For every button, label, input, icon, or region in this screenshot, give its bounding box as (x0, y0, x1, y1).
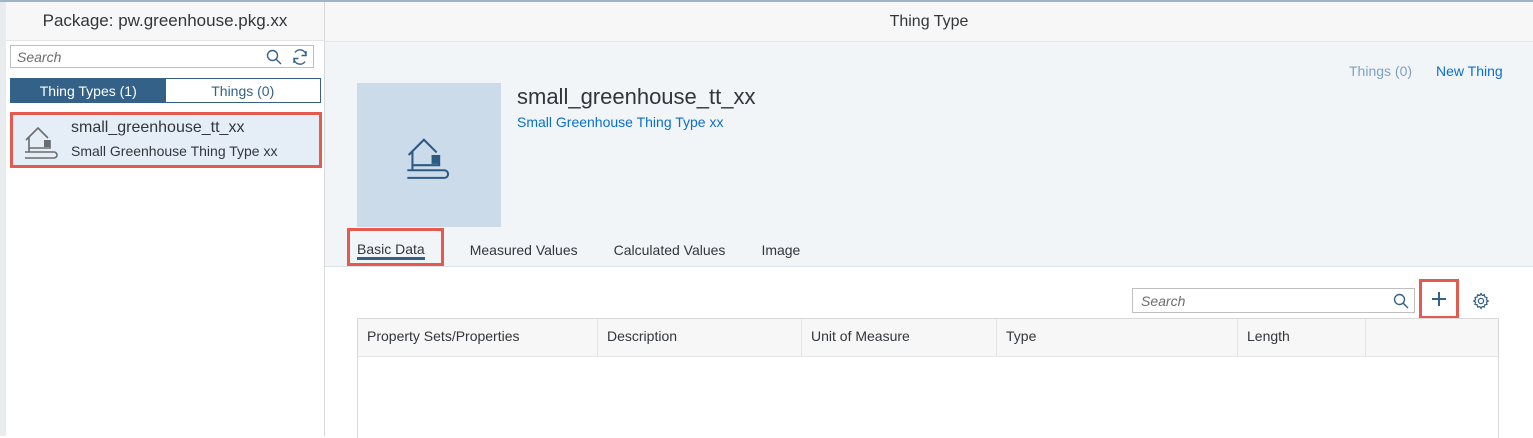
detail-pane: Thing Type Things (0) New Thing small_gr… (325, 2, 1533, 438)
master-title: Package: pw.greenhouse.pkg.xx (6, 2, 324, 41)
detail-title: Thing Type (325, 2, 1533, 42)
add-button[interactable] (1419, 279, 1459, 319)
master-search-input[interactable] (11, 48, 261, 65)
greenhouse-icon (357, 83, 501, 227)
master-pane: Package: pw.greenhouse.pkg.xx Thing Type… (6, 2, 325, 436)
new-thing-link[interactable]: New Thing (1436, 63, 1503, 79)
list-item-title: small_greenhouse_tt_xx (71, 119, 245, 136)
gear-icon[interactable] (1470, 290, 1492, 312)
object-subtitle: Small Greenhouse Thing Type xx (517, 114, 724, 130)
table-header-row: Property Sets/Properties Description Uni… (358, 319, 1498, 357)
column-header-type[interactable]: Type (997, 319, 1238, 356)
column-header-unit-of-measure[interactable]: Unit of Measure (802, 319, 997, 356)
search-icon[interactable] (1388, 290, 1414, 312)
search-icon[interactable] (261, 46, 287, 68)
master-segmented-button: Thing Types (1) Things (0) (10, 78, 321, 103)
things-link[interactable]: Things (0) (1349, 63, 1412, 79)
properties-table: Property Sets/Properties Description Uni… (357, 318, 1499, 438)
tab-label: Basic Data (357, 241, 425, 257)
tab-measured-values[interactable]: Measured Values (460, 228, 588, 266)
tab-calculated-values[interactable]: Calculated Values (604, 228, 736, 266)
plus-icon (1432, 292, 1446, 306)
greenhouse-icon (13, 115, 71, 165)
object-title: small_greenhouse_tt_xx (517, 84, 756, 109)
segment-things[interactable]: Things (0) (165, 79, 320, 102)
list-item[interactable]: small_greenhouse_tt_xx Small Greenhouse … (10, 112, 322, 168)
column-header-length[interactable]: Length (1238, 319, 1366, 356)
column-header-actions (1366, 319, 1498, 356)
master-search-field[interactable] (10, 45, 314, 68)
column-header-property-sets[interactable]: Property Sets/Properties (358, 319, 598, 356)
list-item-description: Small Greenhouse Thing Type xx (71, 143, 278, 159)
object-header: Things (0) New Thing small_greenhouse_tt… (325, 42, 1533, 267)
column-header-description[interactable]: Description (598, 319, 802, 356)
table-search-input[interactable] (1133, 292, 1388, 309)
active-tab-underline (357, 257, 425, 260)
segment-thing-types[interactable]: Thing Types (1) (11, 79, 166, 102)
tab-basic-data[interactable]: Basic Data (347, 228, 444, 266)
tab-image[interactable]: Image (751, 228, 810, 266)
table-search-field[interactable] (1132, 288, 1415, 313)
tab-bar: Basic Data Measured Values Calculated Va… (347, 228, 826, 266)
refresh-icon[interactable] (287, 46, 313, 68)
